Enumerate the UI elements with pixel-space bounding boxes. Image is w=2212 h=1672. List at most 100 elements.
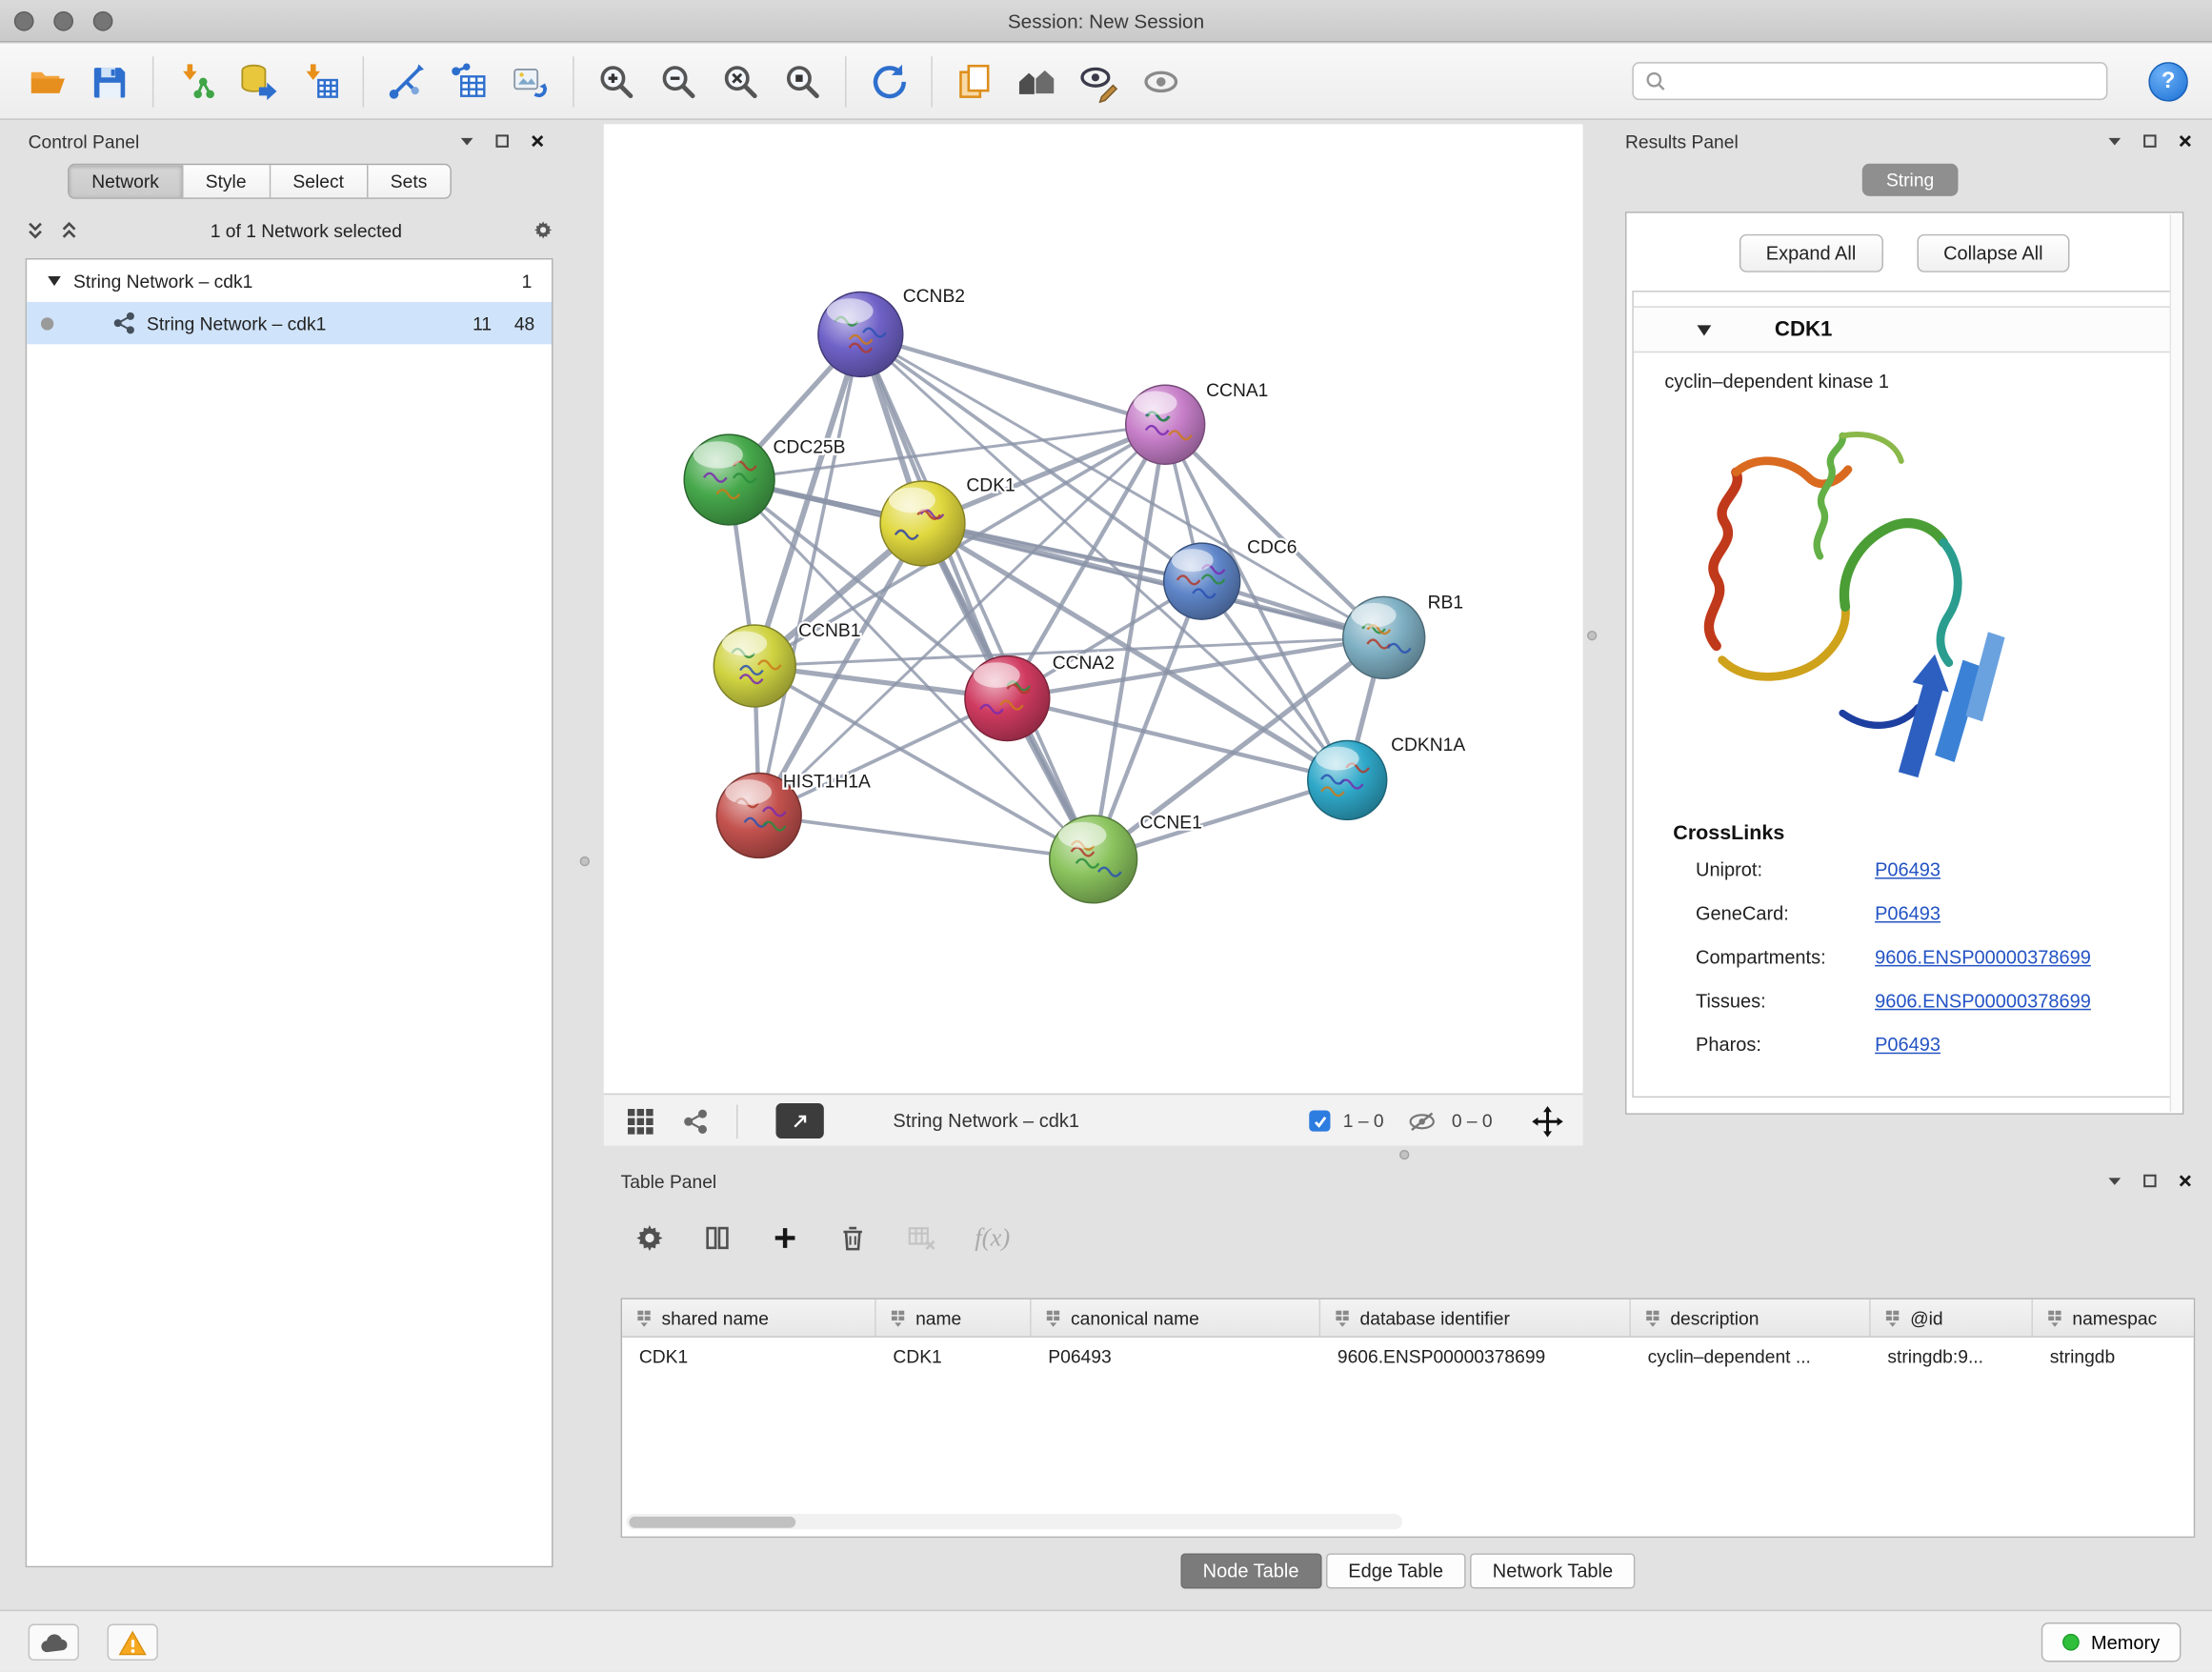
save-session-button[interactable] <box>79 50 141 112</box>
open-session-button[interactable] <box>17 50 79 112</box>
network-edge[interactable] <box>759 816 1094 859</box>
add-column-plus-icon[interactable] <box>771 1222 800 1252</box>
memory-button[interactable]: Memory <box>2041 1622 2181 1662</box>
network-node-ccnb1[interactable]: CCNB1 <box>714 621 860 707</box>
collapse-all-networks-icon[interactable] <box>26 220 46 240</box>
network-node-ccna1[interactable]: CCNA1 <box>1126 381 1269 464</box>
cell-database-identifier[interactable]: 9606.ENSP00000378699 <box>1320 1345 1631 1366</box>
gene-header-row[interactable]: CDK1 <box>1634 306 2176 353</box>
tab-network[interactable]: Network <box>70 165 183 197</box>
tab-edge-table[interactable]: Edge Table <box>1326 1553 1466 1588</box>
collapse-triangle-icon[interactable] <box>47 273 62 288</box>
results-panel-menu-icon[interactable] <box>2104 131 2124 151</box>
zoom-out-button[interactable] <box>648 50 710 112</box>
cell-description[interactable]: cyclin–dependent ... <box>1631 1345 1871 1366</box>
network-canvas[interactable]: CCNB2CCNA1CDC25BCDK1CDC6RB1CCNB1CCNA2CDK… <box>604 124 1583 1093</box>
new-network-from-selection-button[interactable] <box>437 50 499 112</box>
tab-style[interactable]: Style <box>183 165 271 197</box>
genecard-link[interactable]: P06493 <box>1875 903 1941 924</box>
grid-view-icon[interactable] <box>627 1095 655 1147</box>
zoom-fit-button[interactable] <box>710 50 772 112</box>
export-image-button[interactable] <box>499 50 561 112</box>
warnings-button[interactable] <box>108 1623 158 1661</box>
table-horizontal-scrollbar[interactable] <box>627 1514 1402 1529</box>
zoom-selected-button[interactable] <box>772 50 834 112</box>
tab-network-table[interactable]: Network Table <box>1470 1553 1636 1588</box>
results-scrollbar[interactable] <box>2170 214 2182 1112</box>
tab-string[interactable]: String <box>1862 164 1959 196</box>
show-graphics-details-button[interactable] <box>1130 50 1192 112</box>
table-panel-float-icon[interactable] <box>2140 1171 2160 1191</box>
column-header[interactable]: @id <box>1871 1299 2033 1337</box>
selected-nodes-checkbox[interactable] <box>1309 1110 1330 1131</box>
expand-all-networks-icon[interactable] <box>59 220 79 240</box>
control-panel-menu-icon[interactable] <box>457 131 477 151</box>
column-header[interactable]: shared name <box>622 1299 876 1337</box>
column-header[interactable]: database identifier <box>1320 1299 1631 1337</box>
bottom-splitter-handle[interactable] <box>1399 1150 1409 1159</box>
show-columns-icon[interactable] <box>702 1222 732 1252</box>
help-button[interactable]: ? <box>2148 62 2187 101</box>
pharos-link[interactable]: P06493 <box>1875 1034 1941 1055</box>
expand-all-button[interactable]: Expand All <box>1739 234 1883 272</box>
table-panel-menu-icon[interactable] <box>2104 1171 2124 1191</box>
right-splitter-handle[interactable] <box>1587 631 1597 640</box>
network-options-gear-icon[interactable] <box>533 220 553 240</box>
column-header[interactable]: namespac <box>2033 1299 2194 1337</box>
network-edge[interactable] <box>922 523 1383 637</box>
network-collection-row[interactable]: String Network – cdk1 1 <box>27 259 552 301</box>
home-button[interactable] <box>1006 50 1068 112</box>
cell-namespace[interactable]: stringdb <box>2033 1345 2194 1366</box>
tissues-link[interactable]: 9606.ENSP00000378699 <box>1875 991 2091 1012</box>
column-header[interactable]: canonical name <box>1032 1299 1321 1337</box>
control-panel-close-icon[interactable] <box>528 131 548 151</box>
import-network-from-database-button[interactable] <box>227 50 289 112</box>
cell-shared-name[interactable]: CDK1 <box>622 1345 876 1366</box>
copy-document-button[interactable] <box>944 50 1006 112</box>
import-table-from-file-button[interactable] <box>290 50 352 112</box>
network-node-cdc25b[interactable]: CDC25B <box>684 434 845 525</box>
tab-sets[interactable]: Sets <box>368 165 450 197</box>
results-panel-float-icon[interactable] <box>2140 131 2160 151</box>
scrollbar-thumb[interactable] <box>629 1516 795 1527</box>
network-node-rb1[interactable]: RB1 <box>1343 593 1463 678</box>
hidden-eye-slash-icon[interactable] <box>1408 1095 1437 1147</box>
collapse-all-button[interactable]: Collapse All <box>1917 234 2070 272</box>
cell-name[interactable]: CDK1 <box>876 1345 1032 1366</box>
network-tree-item-selected[interactable]: String Network – cdk1 11 48 <box>27 302 552 344</box>
network-share-icon[interactable] <box>683 1095 709 1147</box>
cell-id[interactable]: stringdb:9... <box>1871 1345 2033 1366</box>
column-header[interactable]: description <box>1631 1299 1871 1337</box>
delete-column-trash-icon[interactable] <box>838 1222 868 1252</box>
left-splitter-handle[interactable] <box>580 856 590 866</box>
table-options-gear-icon[interactable] <box>634 1222 664 1252</box>
control-panel-float-icon[interactable] <box>493 131 513 151</box>
network-edge[interactable] <box>759 425 1165 816</box>
cell-canonical-name[interactable]: P06493 <box>1032 1345 1321 1366</box>
network-edge[interactable] <box>759 334 861 816</box>
network-edge[interactable] <box>860 334 1093 859</box>
network-edge[interactable] <box>860 334 1165 425</box>
uniprot-link[interactable]: P06493 <box>1875 859 1941 880</box>
network-node-ccna2[interactable]: CCNA2 <box>965 654 1115 741</box>
network-node-ccnb2[interactable]: CCNB2 <box>818 287 965 376</box>
network-node-hist1h1a[interactable]: HIST1H1A <box>716 772 871 857</box>
first-neighbors-button[interactable] <box>375 50 437 112</box>
compartments-link[interactable]: 9606.ENSP00000378699 <box>1875 947 2091 968</box>
search-input[interactable] <box>1675 71 2095 91</box>
network-node-ccne1[interactable]: CCNE1 <box>1050 813 1202 902</box>
birdseye-view-button[interactable] <box>775 1103 823 1138</box>
table-row[interactable]: CDK1 CDK1 P06493 9606.ENSP00000378699 cy… <box>622 1338 2194 1375</box>
hide-graphics-details-button[interactable] <box>1068 50 1130 112</box>
tab-node-table[interactable]: Node Table <box>1180 1553 1321 1588</box>
results-panel-close-icon[interactable] <box>2176 131 2196 151</box>
cloud-status-button[interactable] <box>29 1623 79 1661</box>
zoom-in-button[interactable] <box>586 50 648 112</box>
column-header[interactable]: name <box>876 1299 1032 1337</box>
toolbar-search-field[interactable] <box>1632 62 2107 100</box>
apply-layout-button[interactable] <box>857 50 919 112</box>
pan-crosshair-icon[interactable] <box>1532 1095 1563 1147</box>
import-network-from-file-button[interactable] <box>165 50 227 112</box>
network-node-cdk1[interactable]: CDK1 <box>880 475 1016 565</box>
table-panel-close-icon[interactable] <box>2176 1171 2196 1191</box>
